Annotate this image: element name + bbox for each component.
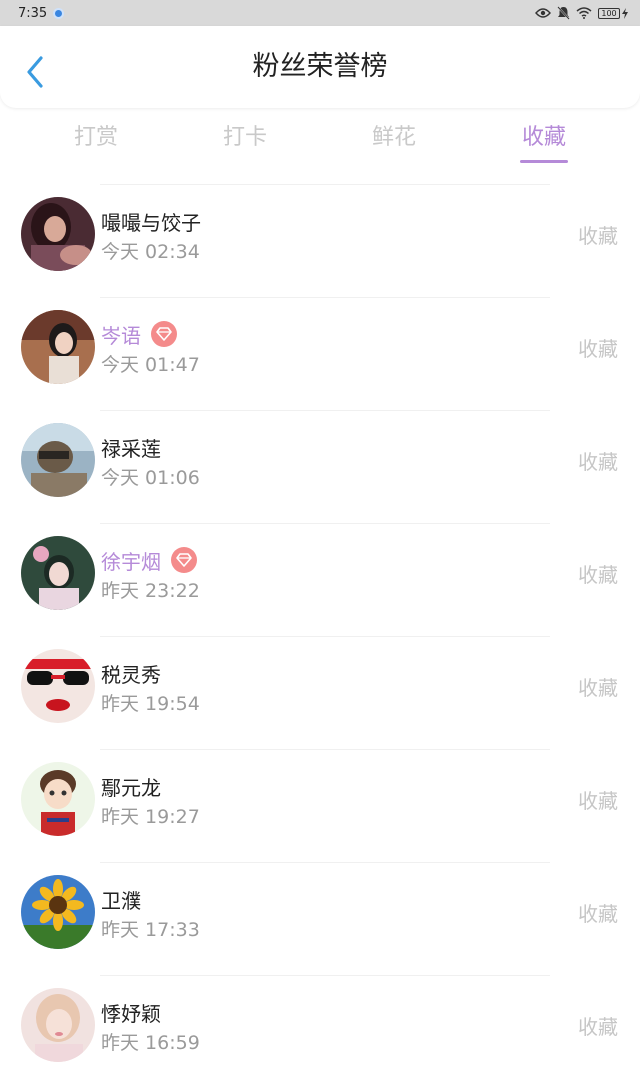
name-line: 卫濮	[101, 884, 141, 914]
user-name: 鄢元龙	[101, 775, 161, 800]
action-label: 收藏	[578, 1015, 618, 1039]
timestamp: 昨天 19:54	[101, 693, 200, 715]
tab-favorites[interactable]: 收藏	[494, 108, 594, 168]
avatar[interactable]	[21, 310, 95, 384]
active-tab-indicator	[520, 160, 568, 163]
action-label: 收藏	[578, 563, 618, 587]
status-bar: 7:35 100	[0, 0, 640, 26]
name-line: 税灵秀	[101, 658, 161, 688]
action-label: 收藏	[578, 224, 618, 248]
status-right: 100	[535, 6, 628, 20]
timestamp: 昨天 19:27	[101, 806, 200, 828]
vip-diamond-badge	[151, 321, 177, 347]
wifi-icon	[576, 7, 592, 19]
user-name: 岑语	[101, 323, 141, 348]
action-label: 收藏	[578, 676, 618, 700]
tab-checkin[interactable]: 打卡	[195, 108, 295, 168]
user-name: 卫濮	[101, 888, 141, 913]
user-name: 禄采莲	[101, 436, 161, 461]
diamond-icon	[156, 327, 172, 341]
list-item[interactable]: 禄采莲 今天 01:06 收藏	[0, 410, 640, 523]
timestamp: 昨天 17:33	[101, 919, 200, 941]
avatar[interactable]	[21, 197, 95, 271]
avatar[interactable]	[21, 423, 95, 497]
list-item[interactable]: 悸妤颖 昨天 16:59 收藏	[0, 975, 640, 1067]
avatar[interactable]	[21, 649, 95, 723]
name-line: 悸妤颖	[101, 997, 161, 1027]
status-time: 7:35	[18, 5, 48, 21]
action-label: 收藏	[578, 450, 618, 474]
list-item[interactable]: 鄢元龙 昨天 19:27 收藏	[0, 749, 640, 862]
user-name: 嘬嘬与饺子	[101, 210, 201, 235]
charging-icon	[622, 7, 628, 19]
action-label: 收藏	[578, 337, 618, 361]
battery-level: 100	[598, 7, 620, 19]
avatar[interactable]	[21, 875, 95, 949]
user-name: 徐宇烟	[101, 549, 161, 574]
list-item[interactable]: 税灵秀 昨天 19:54 收藏	[0, 636, 640, 749]
chevron-left-icon	[27, 56, 43, 88]
action-label: 收藏	[578, 789, 618, 813]
timestamp: 今天 02:34	[101, 241, 200, 263]
name-line: 岑语	[101, 319, 177, 349]
timestamp: 今天 01:47	[101, 354, 200, 376]
timestamp: 今天 01:06	[101, 467, 200, 489]
tab-reward[interactable]: 打赏	[46, 108, 146, 168]
avatar[interactable]	[21, 988, 95, 1062]
page-title: 粉丝荣誉榜	[252, 51, 388, 82]
mute-bell-icon	[557, 6, 570, 20]
notification-dot-icon	[53, 7, 65, 19]
list-item[interactable]: 岑语 今天 01:47 收藏	[0, 297, 640, 410]
vip-diamond-badge	[171, 547, 197, 573]
header: 粉丝荣誉榜	[0, 26, 640, 108]
name-line: 嘬嘬与饺子	[101, 206, 201, 236]
name-line: 禄采莲	[101, 432, 161, 462]
timestamp: 昨天 23:22	[101, 580, 200, 602]
list-item[interactable]: 徐宇烟 昨天 23:22 收藏	[0, 523, 640, 636]
tab-flowers[interactable]: 鲜花	[344, 108, 444, 168]
timestamp: 昨天 16:59	[101, 1032, 200, 1054]
action-label: 收藏	[578, 902, 618, 926]
name-line: 鄢元龙	[101, 771, 161, 801]
avatar[interactable]	[21, 536, 95, 610]
eye-icon	[535, 8, 551, 18]
user-name: 悸妤颖	[101, 1001, 161, 1026]
status-left: 7:35	[18, 5, 65, 21]
list-item[interactable]: 嘬嘬与饺子 今天 02:34 收藏	[0, 184, 640, 297]
back-button[interactable]	[18, 52, 52, 92]
battery-indicator: 100	[598, 7, 628, 19]
user-name: 税灵秀	[101, 662, 161, 687]
name-line: 徐宇烟	[101, 545, 197, 575]
avatar[interactable]	[21, 762, 95, 836]
list-item[interactable]: 卫濮 昨天 17:33 收藏	[0, 862, 640, 975]
diamond-icon	[176, 553, 192, 567]
